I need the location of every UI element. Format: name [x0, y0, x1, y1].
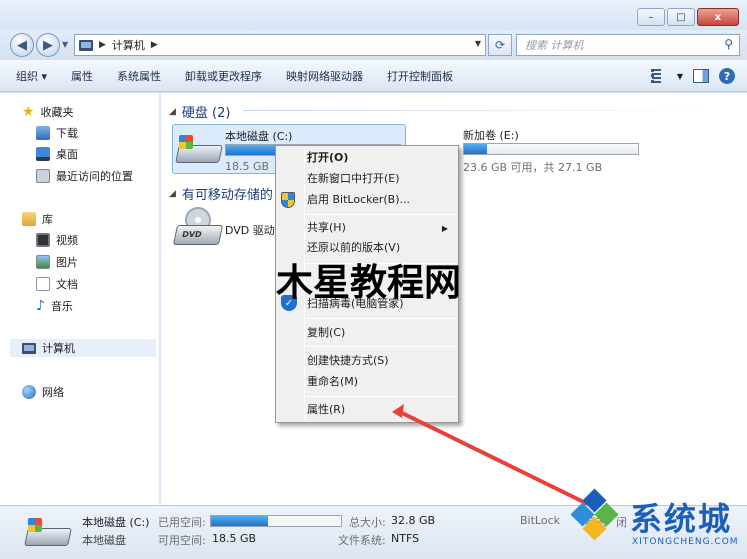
details-drive-type: 本地磁盘: [82, 534, 126, 547]
details-drive-name: 本地磁盘 (C:): [82, 516, 150, 529]
windows-logo-icon: [28, 518, 42, 532]
details-total-value: 32.8 GB: [391, 514, 436, 527]
logo-text: 系统城: [630, 500, 733, 538]
annotation-arrow: [392, 404, 602, 512]
hard-drive-icon: [24, 518, 72, 548]
details-used-label: 已用空间:: [158, 516, 206, 529]
details-free-label: 可用空间:: [158, 534, 206, 547]
details-usage-fill: [211, 516, 269, 526]
logo-url: XITONGCHENG.COM: [632, 537, 739, 547]
details-usage-bar: [210, 515, 342, 527]
details-bitlocker-label: BitLock: [520, 514, 560, 527]
details-fs-value: NTFS: [391, 532, 420, 545]
site-logo: 系统城 XITONGCHENG.COM: [570, 488, 744, 556]
details-free-value: 18.5 GB: [212, 532, 257, 545]
details-fs-label: 文件系统:: [338, 534, 386, 547]
details-total-label: 总大小:: [349, 516, 386, 529]
